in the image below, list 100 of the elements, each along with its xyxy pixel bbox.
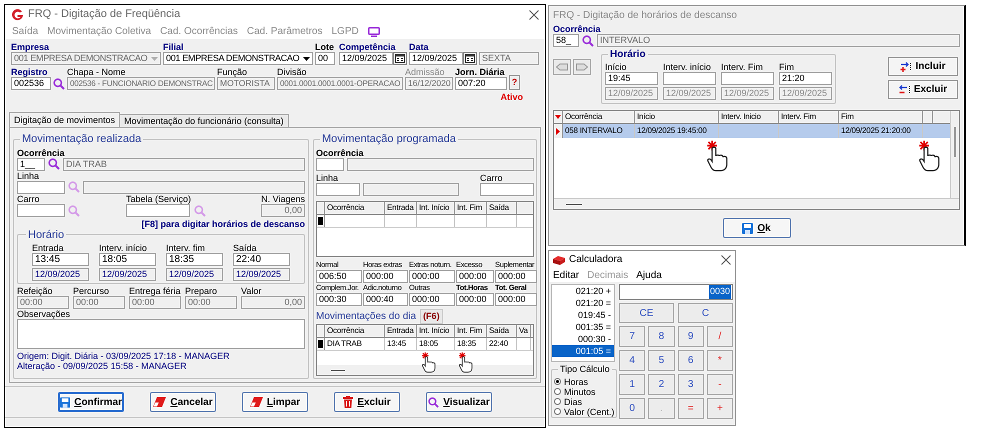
calculator-key[interactable]: 3 [678,374,704,395]
calculator-key[interactable]: 7 [619,326,646,347]
clear-key[interactable]: C [678,303,733,323]
search-icon[interactable] [428,396,440,408]
input-field[interactable]: 18:05 [99,253,156,266]
input-field[interactable] [17,180,65,194]
view-button[interactable]: Visualizar [426,392,492,412]
column-header[interactable]: Interv. Fim [779,111,839,123]
confirm-button[interactable]: Confirmar [58,392,124,412]
input-field[interactable]: 58_ [553,34,579,47]
calculator-key[interactable]: 4 [619,350,646,371]
calculator-key[interactable]: - [706,374,733,395]
help-button[interactable]: ? [509,75,520,90]
scrollbar[interactable] [317,365,533,375]
input-field[interactable]: 00 [315,52,335,65]
dropdown-arrow-icon[interactable] [303,56,310,60]
column-header[interactable]: Entrada [385,202,417,214]
input-field[interactable]: 002536 [11,77,51,90]
input-field[interactable] [721,72,774,85]
column-header[interactable]: Int. Início [417,325,455,337]
remove-button[interactable]: Excluir [888,80,958,99]
calculator-key[interactable]: 2 [648,374,674,395]
search-icon[interactable] [582,34,594,46]
dropdown-field[interactable]: 001 EMPRESA DEMONSTRACAO [163,52,313,65]
column-header[interactable]: Interv. Inicio [719,111,779,123]
input-field[interactable] [17,204,65,216]
calculator-key[interactable]: + [706,398,733,419]
clear-key[interactable]: CE [619,303,674,323]
calendar-button[interactable] [463,52,477,65]
input-field[interactable]: 000:00 [456,270,494,282]
previous-button[interactable] [553,59,571,75]
calculator-key[interactable]: 9 [678,326,704,347]
column-header[interactable]: Saída [487,202,517,214]
radio-button[interactable] [554,408,561,415]
column-header[interactable]: Int. Início [417,202,455,214]
close-icon[interactable] [721,254,731,264]
history-item[interactable]: 019:45 - [552,309,614,321]
menu-item[interactable]: Ajuda [636,268,662,282]
history-item[interactable]: 000:30 - [552,333,614,345]
radio-button[interactable] [554,388,561,395]
calculator-key[interactable]: * [706,350,733,371]
column-header[interactable]: Ocorrência [325,202,385,214]
scrollbar[interactable] [950,111,959,198]
column-header[interactable]: Va [517,325,531,337]
column-header[interactable]: Ocorrência [325,325,385,337]
clear-button[interactable]: Limpar [242,392,308,412]
ok-button[interactable]: Ok [722,218,790,238]
input-field[interactable]: 12/09/2025 [409,52,463,65]
input-field[interactable]: 000:00 [495,270,537,282]
delete-button[interactable]: Excluir [334,392,400,412]
input-field[interactable]: 19:45 [605,72,658,85]
column-header[interactable]: Entrada [385,325,417,337]
column-header[interactable]: Fim [839,111,923,123]
input-field[interactable] [663,72,716,85]
radio-button[interactable] [554,398,561,405]
input-field[interactable] [480,182,534,196]
calculator-key[interactable]: 0 [619,398,646,419]
tab[interactable]: Digitação de movimentos [9,112,120,127]
calculator-key[interactable]: / [706,326,733,347]
calculator-key[interactable]: 1 [619,374,646,395]
calendar-button[interactable] [393,52,407,65]
search-icon[interactable] [48,158,60,170]
input-field[interactable]: 18:35 [166,253,223,266]
calculator-key[interactable]: 5 [648,350,674,371]
history-item[interactable]: 001:35 = [552,321,614,333]
column-header[interactable]: Int. Fim [455,325,487,337]
menu-item[interactable]: Editar [553,268,580,282]
column-header[interactable]: Int. Fim [455,202,487,214]
input-field[interactable] [316,182,360,196]
input-field[interactable]: 000:00 [409,292,455,306]
search-icon[interactable] [53,78,65,90]
tab[interactable]: Movimentação do funcionário (consulta) [120,114,289,127]
history-item[interactable]: 001:05 = [552,345,614,357]
calculator-key[interactable]: 8 [648,326,674,347]
history-item[interactable]: 021:20 = [552,297,614,309]
input-field[interactable]: 000:00 [409,270,455,282]
calculator-key[interactable]: 6 [678,350,704,371]
notes-field[interactable] [17,319,305,349]
table-row[interactable]: 058 INTERVALO 12/09/2025 19:45:00 12/09/2025 21:20:00 [554,124,950,138]
input-field[interactable]: 000:00 [495,292,537,306]
input-field[interactable]: 000:00 [456,292,494,306]
scrollbar[interactable] [554,198,959,209]
history-item[interactable]: 021:20 + [552,285,614,297]
input-field[interactable]: 006:50 [316,270,362,282]
input-field[interactable]: 12/09/2025 [339,52,393,65]
next-button[interactable] [573,59,591,75]
input-field[interactable]: 000:40 [363,292,408,306]
column-header[interactable]: Saída [487,325,517,337]
input-field[interactable]: 000:00 [363,270,408,282]
add-button[interactable]: Incluir [888,57,958,76]
close-icon[interactable] [529,10,539,20]
display-field[interactable]: 0030 [619,284,733,300]
calculator-key[interactable]: = [678,398,704,419]
input-field[interactable]: 1__ [17,158,45,170]
input-field[interactable]: 22:40 [233,253,290,266]
column-header[interactable]: Início [635,111,719,123]
input-field[interactable]: 000:30 [316,292,362,306]
input-field[interactable] [316,158,344,170]
input-field[interactable]: 21:20 [779,72,832,85]
radio-button[interactable] [554,378,561,385]
